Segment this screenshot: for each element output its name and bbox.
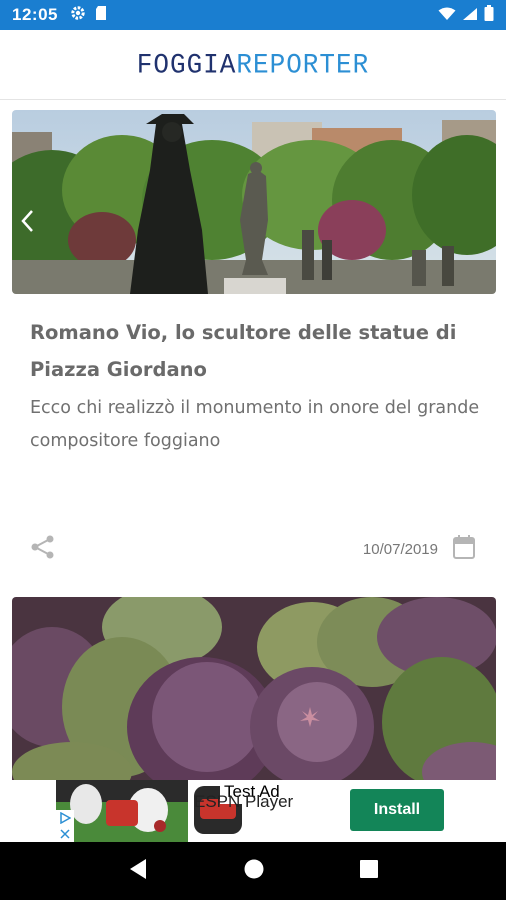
app-header: FOGGIAREPORTER: [0, 30, 506, 100]
figs-photo: [12, 597, 496, 780]
logo-reporter: REPORTER: [236, 48, 370, 81]
article-image-statues[interactable]: [12, 110, 496, 294]
article-title[interactable]: Romano Vio, lo scultore delle statue di …: [30, 314, 480, 388]
statues-photo: [12, 110, 496, 294]
article-image-figs[interactable]: [12, 597, 496, 780]
install-button[interactable]: Install: [350, 789, 444, 831]
article-date: 10/07/2019: [362, 540, 438, 558]
ad-sports-image: [56, 780, 188, 842]
logo-foggia: FOGGIA: [136, 48, 237, 81]
ad-choices-icon[interactable]: [56, 810, 74, 842]
share-icon[interactable]: [30, 534, 56, 564]
battery-icon: [484, 5, 494, 25]
settings-icon: [70, 5, 86, 25]
wifi-icon: [438, 6, 456, 25]
back-icon[interactable]: [127, 857, 149, 885]
ad-thumbnail[interactable]: [56, 780, 188, 842]
chevron-left-icon: [21, 210, 33, 232]
article-subtitle: Ecco chi realizzò il monumento in onore …: [30, 398, 480, 451]
article-footer: 10/07/2019: [30, 532, 476, 566]
status-time: 12:05: [12, 5, 58, 24]
signal-icon: [462, 6, 478, 25]
article-card[interactable]: [12, 597, 496, 780]
system-nav-bar: [0, 842, 506, 900]
carousel-prev-arrow[interactable]: [16, 206, 38, 236]
home-icon[interactable]: [243, 858, 265, 884]
calendar-icon: [452, 534, 476, 564]
article-feed[interactable]: Romano Vio, lo scultore delle statue di …: [0, 100, 506, 780]
ad-app-name[interactable]: ESPN Player: [194, 792, 324, 812]
app-logo[interactable]: FOGGIAREPORTER: [137, 49, 369, 81]
sd-card-icon: [94, 5, 108, 25]
article-card[interactable]: Romano Vio, lo scultore delle statue di …: [12, 110, 496, 580]
status-bar: 12:05: [0, 0, 506, 30]
recents-icon[interactable]: [359, 859, 379, 883]
